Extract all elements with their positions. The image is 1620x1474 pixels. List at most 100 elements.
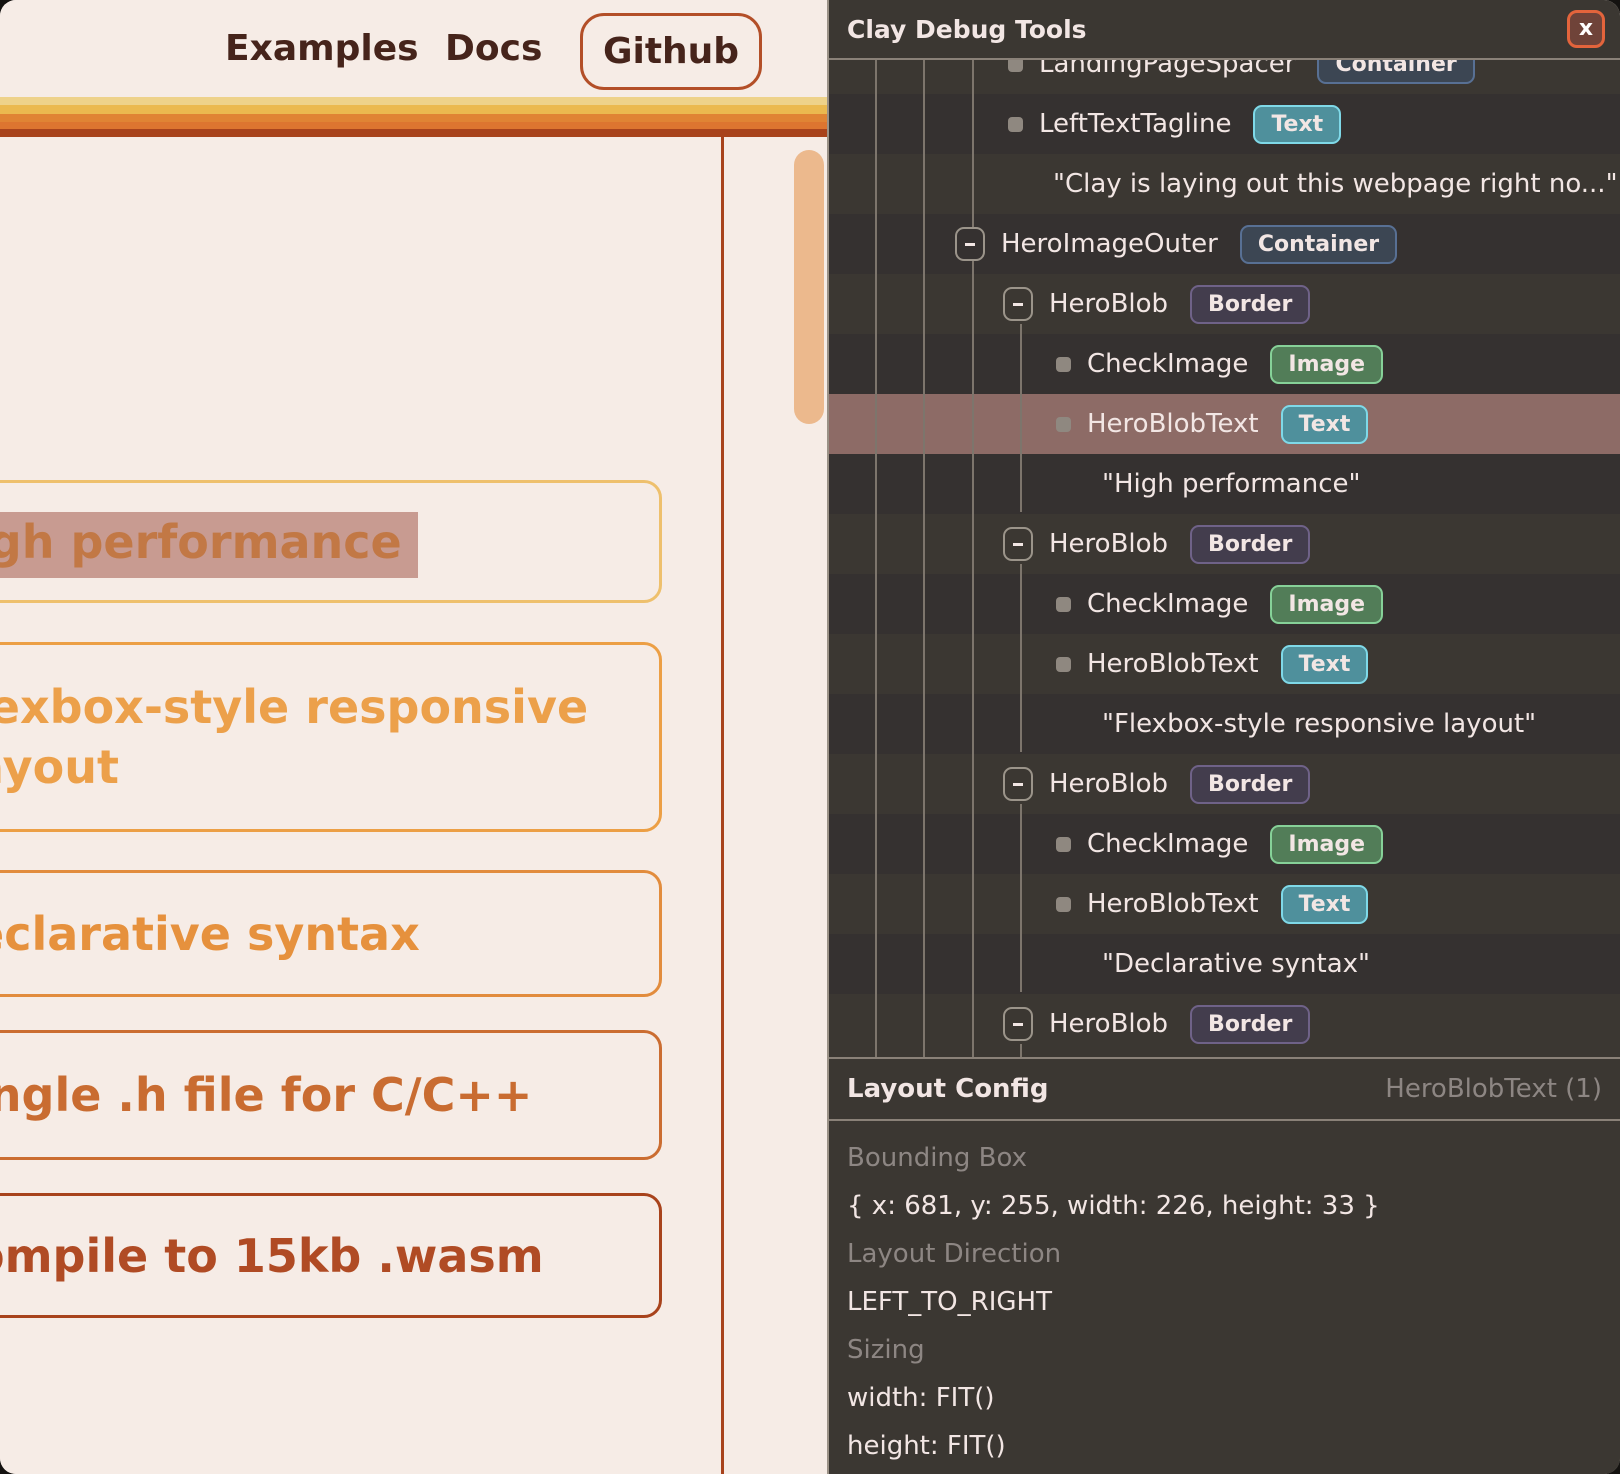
config-value-text: width: FIT() [847,1383,994,1413]
config-value: height: FIT() [847,1422,1620,1470]
feature-box-label: ompile to 15kb .wasm [0,1226,544,1286]
feature-box-label: lexbox-style responsive ayout [0,677,659,797]
app-window: Examples Docs Github igh performancelexb… [0,0,1620,1474]
gradient-stripe [0,97,827,137]
config-value: width: FIT() [847,1374,1620,1422]
leaf-bullet-icon [1056,657,1071,672]
leaf-bullet-icon [1056,897,1071,912]
config-section-label: Sizing [847,1326,1620,1374]
tree-node-name: HeroBlob [1049,1009,1168,1039]
collapse-toggle-icon[interactable] [1003,1007,1033,1041]
tree-node-name: LandingPageSpacer [1039,60,1295,79]
tree-node-row-heroblob[interactable]: HeroBlob Border [829,994,1620,1054]
tree-node-row-heroblob[interactable]: HeroBlob Border [829,514,1620,574]
feature-box: ingle .h file for C/C++ [0,1030,662,1160]
config-value-text: height: FIT() [847,1431,1006,1461]
tree-node-name: CheckImage [1087,829,1248,859]
text-preview: "Clay is laying out this webpage right n… [1053,169,1618,199]
feature-box-label: ingle .h file for C/C++ [0,1065,532,1125]
leaf-bullet-icon [1056,597,1071,612]
minus-icon [1013,303,1023,306]
tree-node-row-lefttexttagline[interactable]: LeftTextTagline Text [829,94,1620,154]
element-type-badge: Text [1281,645,1369,684]
stripe-band [0,129,827,137]
collapse-toggle-icon[interactable] [1003,767,1033,801]
feature-box: ompile to 15kb .wasm [0,1193,662,1318]
config-value-text: { x: 681, y: 255, width: 226, height: 33… [847,1191,1380,1221]
debug-panel-title: Clay Debug Tools [847,15,1087,44]
config-value: LEFT_TO_RIGHT [847,1278,1620,1326]
tree-node-row-checkimage[interactable]: CheckImageImage [829,334,1620,394]
tree-text-preview-row[interactable]: "Clay is laying out this webpage right n… [829,154,1620,214]
feature-box: eclarative syntax [0,870,662,997]
stripe-band [0,114,827,122]
config-label-text: Layout Direction [847,1239,1061,1269]
tree-node-row-checkimage[interactable]: CheckImage Image [829,574,1620,634]
tree-node-row-heroblobtext[interactable]: HeroBlobText Text [829,634,1620,694]
stripe-band [0,105,827,114]
minus-icon [1013,1023,1023,1026]
element-tree-rows: LandingPageSpacer Container LeftTextTaglin… [829,60,1620,1054]
element-type-badge: Border [1190,1005,1310,1044]
element-type-badge: Container [1317,60,1474,84]
tree-text-preview-row[interactable]: "Declarative syntax" [829,934,1620,994]
leaf-bullet-icon [1008,60,1023,72]
clay-debug-panel: Clay Debug Tools x LandingPageSpacer Cont… [827,0,1620,1474]
indent-guide-line [1020,564,1022,752]
tree-node-row-heroblob[interactable]: HeroBlobBorder [829,754,1620,814]
collapse-toggle-icon[interactable] [1003,287,1033,321]
tree-node-name: HeroBlob [1049,289,1168,319]
config-section-label: Layout Direction [847,1230,1620,1278]
collapse-toggle-icon[interactable] [955,227,985,261]
indent-guide-line [1020,804,1022,992]
tree-text-preview-row[interactable]: "Flexbox-style responsive layout" [829,694,1620,754]
indent-guide-line [923,60,925,1057]
tree-node-row-heroblob[interactable]: HeroBlobBorder [829,274,1620,334]
layout-config-header: Layout Config HeroBlobText (1) [829,1057,1620,1121]
config-value-text: LEFT_TO_RIGHT [847,1287,1052,1317]
element-type-badge: Image [1270,825,1383,864]
stripe-band [0,97,827,105]
nav-link-docs[interactable]: Docs [445,0,542,97]
minus-icon [1013,783,1023,786]
element-type-badge: Border [1190,525,1310,564]
close-icon[interactable]: x [1567,10,1605,48]
tree-node-name: HeroBlob [1049,529,1168,559]
top-nav: Examples Docs Github [0,0,827,97]
indent-guide-line [875,60,877,1057]
element-type-badge: Image [1270,585,1383,624]
collapse-toggle-icon[interactable] [1003,527,1033,561]
tree-node-name: HeroBlobText [1087,889,1259,919]
debug-panel-header: Clay Debug Tools x [829,0,1620,60]
layout-config-title: Layout Config [847,1074,1048,1104]
minus-icon [965,243,975,246]
indent-guide-line [1020,324,1022,512]
element-type-badge: Text [1253,105,1341,144]
tree-node-row-heroblobtext[interactable]: HeroBlobTextText [829,874,1620,934]
selected-element-label: HeroBlobText (1) [1385,1074,1602,1104]
debug-selection-highlight [0,512,418,578]
tree-node-row-heroimageouter[interactable]: HeroImageOuterContainer [829,214,1620,274]
feature-box-label: eclarative syntax [0,904,420,964]
tree-node-row-heroblobtext[interactable]: HeroBlobTextText [829,394,1620,454]
tree-node-name: HeroBlobText [1087,409,1259,439]
tree-node-name: HeroImageOuter [1001,229,1218,259]
scrollbar-thumb[interactable] [794,150,824,424]
minus-icon [1013,543,1023,546]
landing-page: Examples Docs Github igh performancelexb… [0,0,827,1474]
tree-node-name: HeroBlobText [1087,649,1259,679]
config-label-text: Sizing [847,1335,925,1365]
tree-node-name: LeftTextTagline [1039,109,1231,139]
tree-node-name: CheckImage [1087,589,1248,619]
tree-node-row-checkimage[interactable]: CheckImage Image [829,814,1620,874]
stripe-band [0,122,827,129]
leaf-bullet-icon [1056,417,1071,432]
feature-box: lexbox-style responsive ayout [0,642,662,832]
tree-text-preview-row[interactable]: "High performance" [829,454,1620,514]
tree-node-row-landingpagespacer[interactable]: LandingPageSpacer Container [829,60,1620,94]
indent-guide-line [972,60,974,1057]
text-preview: "High performance" [1102,469,1360,499]
nav-link-examples[interactable]: Examples [225,0,419,97]
github-button[interactable]: Github [580,13,762,90]
tree-node-name: CheckImage [1087,349,1248,379]
